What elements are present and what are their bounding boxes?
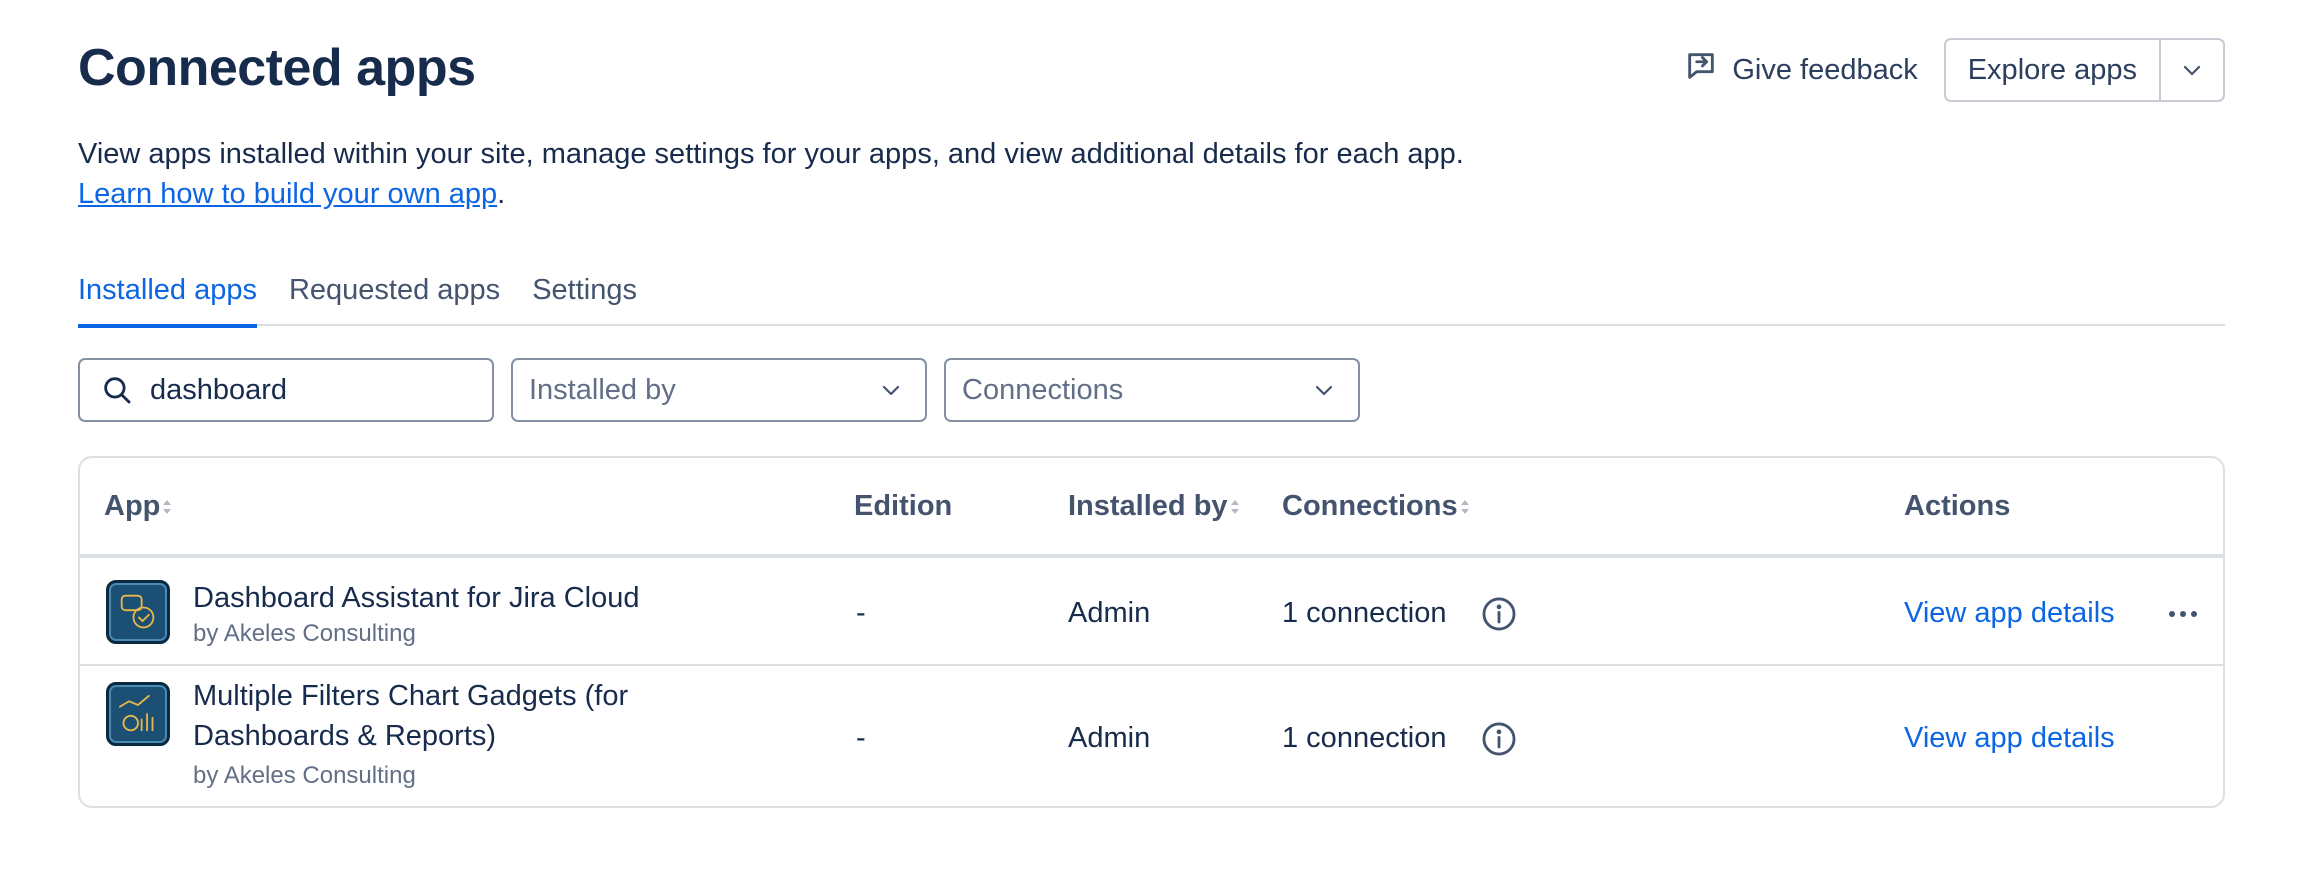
column-header-connections[interactable]: Connections (1282, 490, 1470, 523)
app-vendor: by Akeles Consulting (193, 620, 416, 647)
installed-by-select-label: Installed by (529, 373, 676, 406)
dot (2169, 611, 2175, 617)
feedback-icon (1684, 49, 1718, 91)
description-suffix: . (497, 178, 506, 210)
chevron-down-icon (1315, 385, 1333, 396)
tab-settings[interactable]: Settings (532, 270, 637, 326)
dot (2180, 611, 2186, 617)
tab-list: Installed apps Requested apps Settings (78, 270, 2225, 328)
tab-requested-apps[interactable]: Requested apps (289, 270, 500, 326)
more-actions-button[interactable] (2163, 594, 2203, 634)
column-app-label: App (104, 490, 161, 522)
sort-icon (1460, 499, 1470, 515)
column-actions-label: Actions (1904, 490, 2011, 522)
installed-by-cell: Admin (1068, 597, 1151, 629)
column-connections-label: Connections (1282, 490, 1458, 522)
table-row: Dashboard Assistant for Jira Cloud by Ak… (80, 562, 2223, 666)
chevron-down-icon (2183, 65, 2201, 76)
sort-icon (162, 499, 172, 515)
installed-by-select[interactable]: Installed by (511, 358, 927, 422)
header-actions: Give feedback Explore apps (1684, 38, 2225, 102)
tab-installed-apps[interactable]: Installed apps (78, 270, 257, 328)
column-header-app[interactable]: App (104, 490, 172, 523)
apps-table: App Edition Installed by Connections Act… (78, 456, 2225, 808)
app-name: Multiple Filters Chart Gadgets (for (193, 680, 629, 712)
give-feedback-button[interactable]: Give feedback (1684, 38, 1943, 102)
search-input[interactable] (150, 373, 470, 407)
edition-cell: - (856, 597, 866, 629)
column-header-actions: Actions (1904, 490, 2010, 523)
explore-apps-dropdown-button[interactable] (2161, 40, 2223, 100)
search-box (78, 358, 494, 422)
dashboard-assistant-app-icon (106, 580, 170, 644)
info-icon[interactable] (1480, 595, 1518, 633)
table-row: Multiple Filters Chart Gadgets (for Dash… (80, 664, 2223, 806)
page-description: View apps installed within your site, ma… (78, 134, 1464, 214)
give-feedback-label: Give feedback (1732, 53, 1918, 86)
app-name: Dashboard Assistant for Jira Cloud (193, 582, 640, 614)
dot (2191, 611, 2197, 617)
sort-icon (1230, 499, 1240, 515)
connections-select[interactable]: Connections (944, 358, 1360, 422)
explore-apps-button[interactable]: Explore apps (1946, 40, 2161, 100)
app-name-line2: Dashboards & Reports) (193, 720, 497, 752)
info-icon[interactable] (1480, 720, 1518, 758)
connections-select-label: Connections (962, 373, 1124, 406)
column-header-edition: Edition (854, 490, 952, 523)
connections-cell: 1 connection (1282, 722, 1447, 754)
filter-bar: Installed by Connections (78, 358, 1360, 422)
edition-cell: - (856, 722, 866, 754)
table-header: App Edition Installed by Connections Act… (80, 458, 2223, 558)
chevron-down-icon (882, 385, 900, 396)
column-edition-label: Edition (854, 490, 953, 522)
installed-by-cell: Admin (1068, 722, 1151, 754)
connections-cell: 1 connection (1282, 597, 1447, 629)
column-header-installed-by[interactable]: Installed by (1068, 490, 1240, 523)
search-icon (104, 377, 131, 404)
description-text: View apps installed within your site, ma… (78, 138, 1464, 170)
view-app-details-link[interactable]: View app details (1904, 597, 2115, 630)
multiple-filters-chart-app-icon (106, 682, 170, 746)
app-vendor: by Akeles Consulting (193, 762, 416, 789)
view-app-details-link[interactable]: View app details (1904, 722, 2115, 755)
build-app-link[interactable]: Learn how to build your own app (78, 178, 497, 210)
explore-apps-split-button: Explore apps (1943, 38, 2225, 102)
column-installed-by-label: Installed by (1068, 490, 1228, 522)
page-title: Connected apps (78, 39, 476, 97)
